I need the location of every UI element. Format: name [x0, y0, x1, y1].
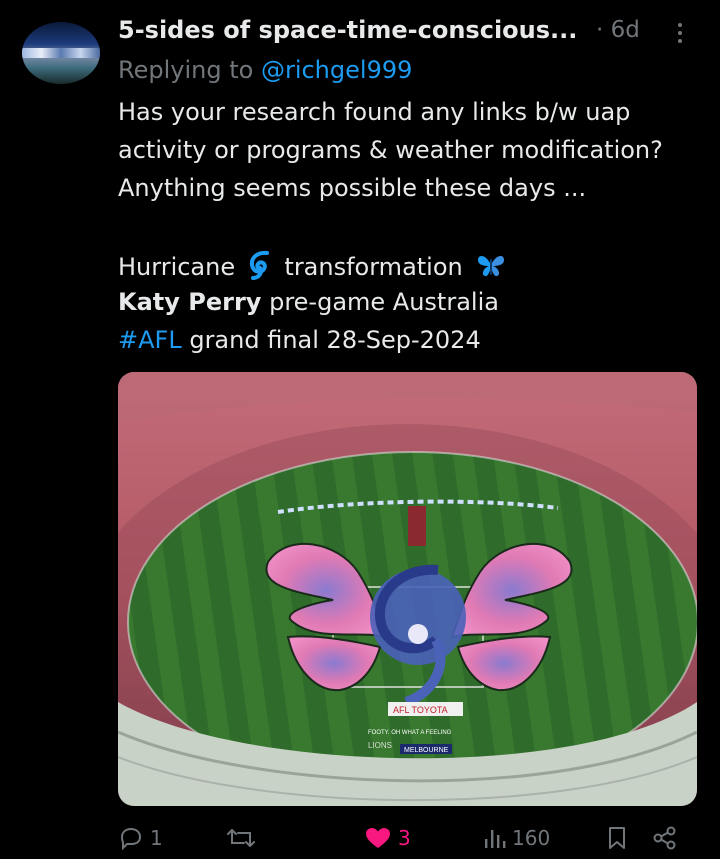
replying-prefix: Replying to — [118, 56, 254, 84]
reply-count: 1 — [150, 826, 163, 850]
butterfly-icon — [476, 252, 506, 284]
bookmark-button[interactable] — [606, 820, 628, 856]
heart-icon — [366, 828, 390, 848]
transformation-word: transformation — [284, 253, 463, 281]
stadium-photo: AFL TOYOTA FOOTY. OH WHAT A FEELING MELB… — [118, 372, 697, 806]
post-text-line-6: #AFL grand final 28-Sep-2024 — [118, 326, 481, 354]
action-bar: 1 3 160 — [118, 820, 708, 858]
post-text-line-4: Hurricane transformation — [118, 250, 506, 286]
post-media-image[interactable]: AFL TOYOTA FOOTY. OH WHAT A FEELING MELB… — [118, 372, 697, 806]
hashtag-rest: grand final 28-Sep-2024 — [181, 326, 481, 354]
cyclone-icon — [247, 250, 273, 286]
replying-handle-link[interactable]: @richgel999 — [261, 56, 412, 84]
more-options-icon[interactable] — [673, 20, 687, 46]
post-text-line-5: Katy Perry pre-game Australia — [118, 288, 499, 316]
replying-to: Replying to @richgel999 — [118, 56, 412, 84]
reply-button[interactable]: 1 — [118, 820, 163, 856]
post-text-line-1: Has your research found any links b/w ua… — [118, 98, 631, 126]
avatar[interactable] — [22, 22, 100, 84]
afl-hashtag-link[interactable]: #AFL — [118, 326, 182, 354]
reply-icon — [120, 827, 142, 850]
katy-perry-mention[interactable]: Katy Perry — [118, 288, 261, 316]
ground-text-3: LIONS — [368, 741, 392, 750]
repost-icon — [227, 829, 255, 847]
like-count: 3 — [398, 826, 411, 850]
views-chart-icon — [485, 830, 506, 848]
post-text-line-3: Anything seems possible these days ... — [118, 174, 587, 202]
avatar-image — [22, 48, 100, 58]
post-header: 5-sides of space-time-conscious... · 6d — [118, 16, 700, 50]
share-button[interactable] — [652, 820, 678, 856]
post-timestamp[interactable]: · 6d — [596, 17, 640, 43]
ground-text-2: MELBOURNE — [404, 747, 449, 754]
views-button[interactable]: 160 — [482, 820, 550, 856]
repost-button[interactable] — [226, 820, 262, 856]
katy-rest: pre-game Australia — [261, 288, 499, 316]
bookmark-icon — [609, 827, 625, 849]
hurricane-word: Hurricane — [118, 253, 236, 281]
banner-sign-text: AFL TOYOTA — [393, 705, 448, 715]
share-icon — [653, 826, 676, 850]
ground-text-1: FOOTY. OH WHAT A FEELING — [368, 730, 452, 736]
post-text-line-2: activity or programs & weather modificat… — [118, 136, 663, 164]
like-button[interactable]: 3 — [364, 820, 411, 856]
author-name[interactable]: 5-sides of space-time-conscious... — [118, 16, 577, 44]
views-count: 160 — [512, 826, 551, 850]
